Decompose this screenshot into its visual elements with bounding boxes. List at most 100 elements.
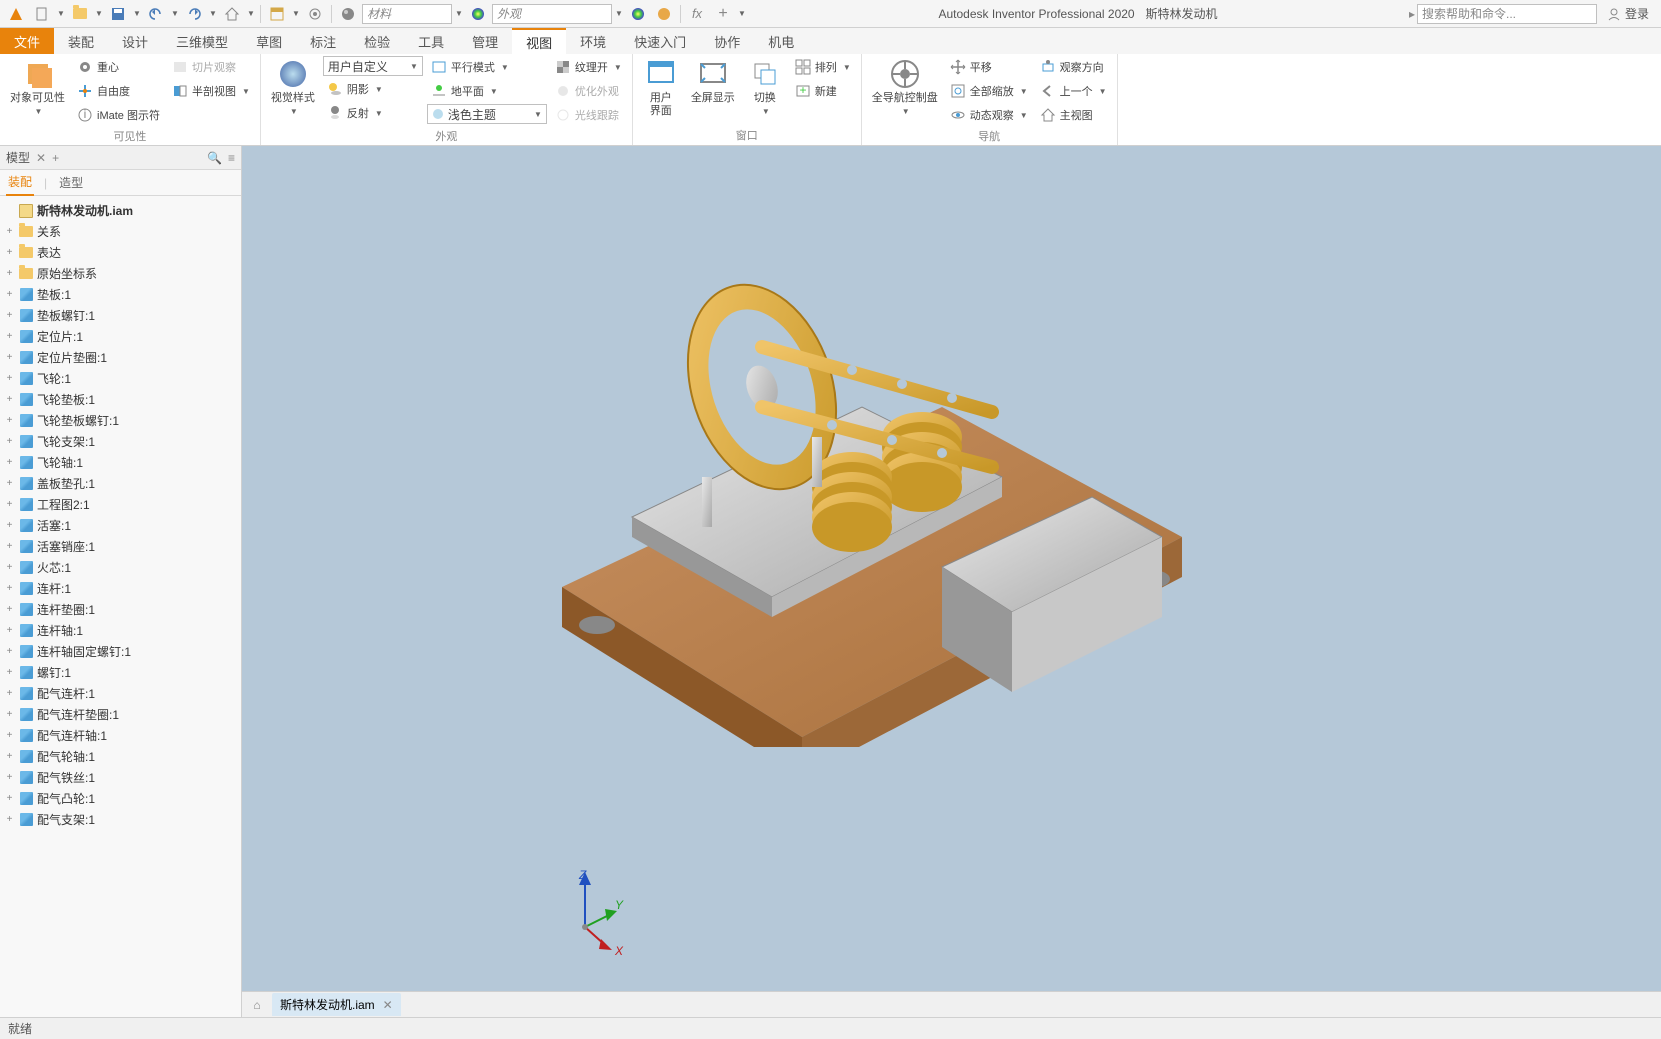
tree-item[interactable]: +飞轮:1 bbox=[0, 368, 241, 389]
orbit-button[interactable]: 动态观察▼ bbox=[946, 104, 1032, 126]
tree-expand-icon[interactable]: + bbox=[4, 730, 15, 741]
new-dropdown[interactable]: ▼ bbox=[56, 9, 66, 18]
pan-button[interactable]: 平移 bbox=[946, 56, 1032, 78]
zoom-all-button[interactable]: 全部缩放▼ bbox=[946, 80, 1032, 102]
browser-add-tab[interactable]: + bbox=[52, 151, 59, 165]
properties-dropdown[interactable]: ▼ bbox=[291, 9, 301, 18]
tree-expand-icon[interactable]: + bbox=[4, 604, 15, 615]
tree-item[interactable]: +火芯:1 bbox=[0, 557, 241, 578]
tree-expand-icon[interactable]: + bbox=[4, 226, 15, 237]
tab-检验[interactable]: 检验 bbox=[350, 28, 404, 54]
doc-home-button[interactable]: ⌂ bbox=[246, 995, 268, 1015]
tree-expand-icon[interactable]: + bbox=[4, 562, 15, 573]
tree-expand-icon[interactable]: + bbox=[4, 793, 15, 804]
tab-快速入门[interactable]: 快速入门 bbox=[620, 28, 700, 54]
redo-button[interactable] bbox=[182, 2, 206, 26]
tab-设计[interactable]: 设计 bbox=[108, 28, 162, 54]
tree-item[interactable]: +定位片:1 bbox=[0, 326, 241, 347]
tree-item[interactable]: +飞轮垫板:1 bbox=[0, 389, 241, 410]
reflection-button[interactable]: 反射▼ bbox=[323, 102, 423, 124]
tree-expand-icon[interactable]: + bbox=[4, 247, 15, 258]
appearance-sphere-icon[interactable] bbox=[466, 2, 490, 26]
tab-装配[interactable]: 装配 bbox=[54, 28, 108, 54]
tree-expand-icon[interactable]: + bbox=[4, 310, 15, 321]
tree-item[interactable]: +活塞销座:1 bbox=[0, 536, 241, 557]
tab-工具[interactable]: 工具 bbox=[404, 28, 458, 54]
tab-标注[interactable]: 标注 bbox=[296, 28, 350, 54]
tree-item[interactable]: +配气连杆垫圈:1 bbox=[0, 704, 241, 725]
tree-expand-icon[interactable]: + bbox=[4, 688, 15, 699]
tree-item[interactable]: +配气支架:1 bbox=[0, 809, 241, 830]
new-button[interactable] bbox=[30, 2, 54, 26]
tree-item[interactable]: +盖板垫孔:1 bbox=[0, 473, 241, 494]
tree-item[interactable]: +飞轮轴:1 bbox=[0, 452, 241, 473]
viewport-3d[interactable]: Z Y X ⌂ 斯特林发动机.iam ✕ bbox=[242, 146, 1661, 1017]
half-section-button[interactable]: 半剖视图▼ bbox=[168, 80, 254, 102]
tree-item[interactable]: +活塞:1 bbox=[0, 515, 241, 536]
tree-item[interactable]: 斯特林发动机.iam bbox=[0, 200, 241, 221]
tree-item[interactable]: +飞轮垫板螺钉:1 bbox=[0, 410, 241, 431]
app-logo[interactable] bbox=[4, 2, 28, 26]
tree-item[interactable]: +飞轮支架:1 bbox=[0, 431, 241, 452]
steering-wheel-button[interactable]: 全导航控制盘 ▼ bbox=[868, 56, 942, 118]
open-dropdown[interactable]: ▼ bbox=[94, 9, 104, 18]
tree-expand-icon[interactable]: + bbox=[4, 436, 15, 447]
tree-expand-icon[interactable]: + bbox=[4, 583, 15, 594]
tree-expand-icon[interactable]: + bbox=[4, 457, 15, 468]
tab-协作[interactable]: 协作 bbox=[700, 28, 754, 54]
visual-style-combo[interactable]: 用户自定义▼ bbox=[323, 56, 423, 76]
doc-tab-close[interactable]: ✕ bbox=[383, 998, 393, 1012]
imate-button[interactable]: iiMate 图示符 bbox=[73, 104, 164, 126]
tree-item[interactable]: +定位片垫圈:1 bbox=[0, 347, 241, 368]
title-arrow[interactable]: ▸ bbox=[1409, 7, 1415, 21]
tab-机电[interactable]: 机电 bbox=[754, 28, 808, 54]
redo-dropdown[interactable]: ▼ bbox=[208, 9, 218, 18]
tree-expand-icon[interactable]: + bbox=[4, 373, 15, 384]
material-combo[interactable]: 材料 bbox=[362, 4, 452, 24]
options-button[interactable] bbox=[303, 2, 327, 26]
tree-item[interactable]: +配气连杆轴:1 bbox=[0, 725, 241, 746]
tree-expand-icon[interactable]: + bbox=[4, 646, 15, 657]
browser-close[interactable]: ✕ bbox=[36, 151, 46, 165]
search-input[interactable]: 搜索帮助和命令... bbox=[1417, 4, 1597, 24]
tree-item[interactable]: +垫板:1 bbox=[0, 284, 241, 305]
tree-item[interactable]: +配气铁丝:1 bbox=[0, 767, 241, 788]
tree-expand-icon[interactable]: + bbox=[4, 709, 15, 720]
plus-button[interactable]: + bbox=[711, 2, 735, 26]
material-combo-dropdown[interactable]: ▼ bbox=[454, 9, 464, 18]
tab-视图[interactable]: 视图 bbox=[512, 28, 566, 54]
tree-expand-icon[interactable]: + bbox=[4, 499, 15, 510]
ground-plane-button[interactable]: 地平面▼ bbox=[427, 80, 547, 102]
undo-button[interactable] bbox=[144, 2, 168, 26]
home-dropdown[interactable]: ▼ bbox=[246, 9, 256, 18]
appearance-combo-dropdown[interactable]: ▼ bbox=[614, 9, 624, 18]
fx-button[interactable]: fx bbox=[685, 2, 709, 26]
tree-item[interactable]: +连杆:1 bbox=[0, 578, 241, 599]
tree-item[interactable]: +表达 bbox=[0, 242, 241, 263]
tree-expand-icon[interactable]: + bbox=[4, 268, 15, 279]
tree-item[interactable]: +配气轮轴:1 bbox=[0, 746, 241, 767]
center-of-gravity-button[interactable]: 重心 bbox=[73, 56, 164, 78]
look-at-button[interactable]: 观察方向 bbox=[1036, 56, 1111, 78]
open-button[interactable] bbox=[68, 2, 92, 26]
ui-button[interactable]: 用户 界面 bbox=[639, 56, 683, 120]
tree-expand-icon[interactable]: + bbox=[4, 751, 15, 762]
texture-button[interactable]: 纹理开▼ bbox=[551, 56, 626, 78]
tree-expand-icon[interactable]: + bbox=[4, 289, 15, 300]
tree-expand-icon[interactable]: + bbox=[4, 415, 15, 426]
arrange-button[interactable]: 排列▼ bbox=[791, 56, 855, 78]
visual-style-button[interactable]: 视觉样式 ▼ bbox=[267, 56, 319, 118]
model-tree[interactable]: 斯特林发动机.iam+关系+表达+原始坐标系+垫板:1+垫板螺钉:1+定位片:1… bbox=[0, 196, 241, 1017]
tab-file[interactable]: 文件 bbox=[0, 28, 54, 54]
parallel-mode-button[interactable]: 平行模式▼ bbox=[427, 56, 547, 78]
previous-view-button[interactable]: 上一个▼ bbox=[1036, 80, 1111, 102]
tree-item[interactable]: +连杆轴:1 bbox=[0, 620, 241, 641]
switch-button[interactable]: 切换 ▼ bbox=[743, 56, 787, 118]
fullscreen-button[interactable]: 全屏显示 bbox=[687, 56, 739, 107]
tree-expand-icon[interactable]: + bbox=[4, 394, 15, 405]
tree-item[interactable]: +垫板螺钉:1 bbox=[0, 305, 241, 326]
browser-search-icon[interactable]: 🔍 bbox=[207, 151, 222, 165]
tree-item[interactable]: +关系 bbox=[0, 221, 241, 242]
tree-expand-icon[interactable]: + bbox=[4, 814, 15, 825]
tab-三维模型[interactable]: 三维模型 bbox=[162, 28, 242, 54]
